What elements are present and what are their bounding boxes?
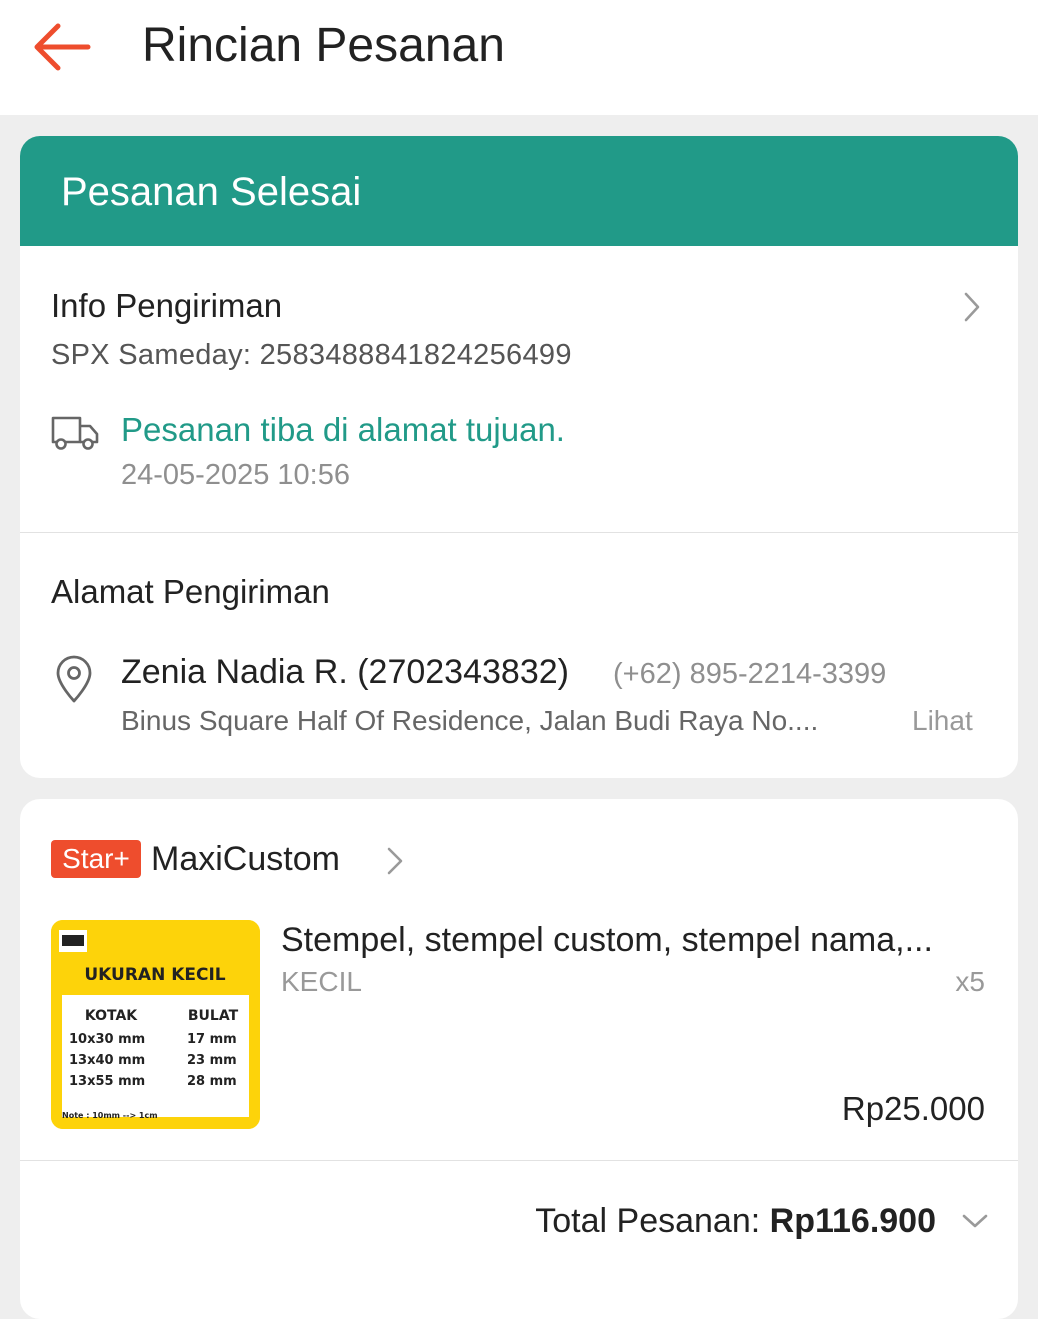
tracking-number: SPX Sameday: 2583488841824256499	[51, 339, 572, 371]
app-header: Rincian Pesanan	[0, 0, 1038, 115]
divider	[20, 532, 1018, 533]
arrow-left-icon	[34, 23, 91, 71]
order-status-text: Pesanan Selesai	[61, 170, 362, 214]
shop-row[interactable]: Star+ MaxiCustom	[20, 799, 1018, 909]
order-items-card: Star+ MaxiCustom UKURAN KECIL KOTAK BULA…	[20, 799, 1018, 1319]
star-plus-badge: Star+	[51, 840, 141, 878]
shipping-address-heading: Alamat Pengiriman	[51, 573, 330, 610]
thumbnail-cell: 13x55 mm	[69, 1074, 145, 1089]
tracking-latest-status: Pesanan tiba di alamat tujuan.	[121, 411, 565, 448]
thumbnail-cell: 10x30 mm	[69, 1032, 145, 1047]
back-button[interactable]	[30, 20, 94, 74]
shop-name: MaxiCustom	[151, 840, 340, 878]
order-total-label: Total Pesanan:	[535, 1202, 770, 1240]
thumbnail-cell: 17 mm	[187, 1032, 237, 1047]
thumbnail-cell: 13x40 mm	[69, 1053, 145, 1068]
order-total: Total Pesanan: Rp116.900	[535, 1199, 936, 1243]
see-address-link[interactable]: Lihat	[912, 704, 973, 738]
address-detail: Binus Square Half Of Residence, Jalan Bu…	[121, 705, 819, 736]
order-total-value: Rp116.900	[769, 1202, 936, 1240]
product-name: Stempel, stempel custom, stempel nama,..…	[281, 921, 933, 959]
thumbnail-cell: 28 mm	[187, 1074, 237, 1089]
recipient-phone: (+62) 895-2214-3399	[613, 658, 887, 690]
location-pin-icon	[56, 655, 92, 703]
thumbnail-title: UKURAN KECIL	[84, 965, 225, 985]
chevron-right-icon	[387, 847, 403, 875]
product-quantity: x5	[955, 966, 985, 997]
chevron-down-icon	[962, 1214, 988, 1228]
order-status-banner: Pesanan Selesai	[20, 136, 1018, 246]
recipient-name: Zenia Nadia R. (2702343832)	[121, 653, 569, 691]
product-thumbnail: UKURAN KECIL KOTAK BULAT 10x30 mm 17 mm …	[51, 920, 260, 1129]
thumbnail-note: Note : 10mm --> 1cm	[62, 1111, 158, 1120]
page-title: Rincian Pesanan	[142, 19, 505, 72]
product-variant: KECIL	[281, 966, 362, 997]
thumbnail-col1-header: KOTAK	[85, 1008, 138, 1024]
shipping-info-section[interactable]: Info Pengiriman SPX Sameday: 25834888418…	[20, 246, 1018, 532]
product-item[interactable]: UKURAN KECIL KOTAK BULAT 10x30 mm 17 mm …	[20, 909, 1018, 1159]
truck-icon	[51, 416, 99, 450]
shipping-info-heading: Info Pengiriman	[51, 287, 283, 324]
thumbnail-cell: 23 mm	[187, 1053, 237, 1068]
order-info-card: Pesanan Selesai Info Pengiriman SPX Same…	[20, 136, 1018, 778]
chevron-right-icon	[964, 292, 980, 322]
order-total-row[interactable]: Total Pesanan: Rp116.900	[20, 1161, 1018, 1281]
thumbnail-col2-header: BULAT	[188, 1008, 239, 1024]
tracking-latest-time: 24-05-2025 10:56	[121, 459, 350, 491]
product-price: Rp25.000	[841, 1090, 985, 1127]
